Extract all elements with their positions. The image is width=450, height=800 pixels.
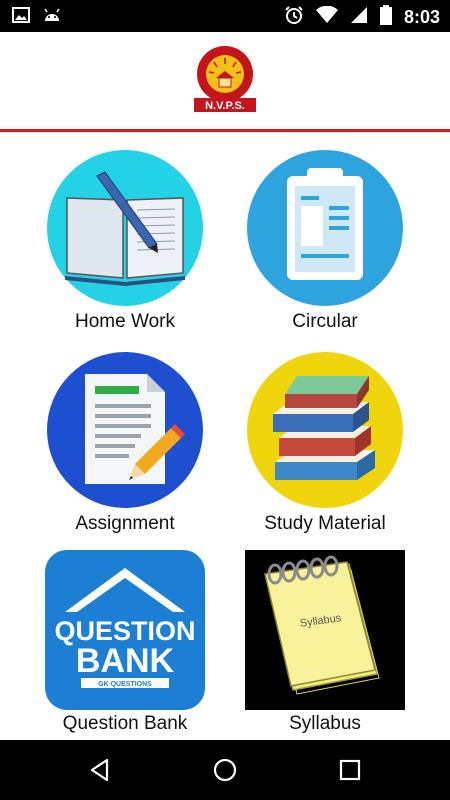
recents-icon [339, 759, 361, 781]
assignment-pencil-icon [45, 350, 205, 510]
menu-item-study-material[interactable]: Study Material [235, 350, 415, 540]
menu-label: Home Work [75, 311, 175, 332]
back-icon [90, 758, 109, 782]
menu-label: Syllabus [289, 713, 361, 734]
alarm-icon [284, 5, 304, 30]
signal-icon [350, 6, 368, 29]
menu-item-question-bank[interactable]: QUESTION BANK GK QUESTIONS Question Bank [35, 550, 215, 740]
menu-label: Circular [292, 311, 358, 332]
menu-item-home-work[interactable]: Home Work [35, 148, 215, 338]
app-header: N.V.P.S. [0, 32, 450, 130]
menu-item-assignment[interactable]: Assignment [35, 350, 215, 540]
header-divider [0, 129, 450, 132]
menu-label: Assignment [75, 513, 175, 534]
clipboard-icon [245, 148, 405, 308]
back-button[interactable] [82, 752, 118, 788]
status-bar: 8:03 [0, 0, 450, 32]
home-icon [213, 758, 237, 782]
menu-item-syllabus[interactable]: Syllabus Syllabus [235, 550, 415, 740]
home-button[interactable] [207, 752, 243, 788]
question-bank-subtitle: BANK [76, 642, 175, 680]
question-bank-icon: QUESTION BANK GK QUESTIONS [45, 550, 205, 710]
logo-text: N.V.P.S. [205, 100, 245, 112]
recents-button[interactable] [332, 752, 368, 788]
battery-icon [379, 5, 392, 30]
syllabus-notepad-icon: Syllabus [243, 550, 407, 710]
homework-book-icon [45, 148, 205, 308]
navigation-bar [0, 740, 450, 800]
menu-label: Question Bank [62, 713, 188, 734]
books-stack-icon [245, 350, 405, 510]
clock-time: 8:03 [403, 7, 440, 27]
school-logo: N.V.P.S. [190, 44, 260, 114]
menu-item-circular[interactable]: Circular [235, 148, 415, 338]
question-bank-tagline: GK QUESTIONS [98, 681, 152, 688]
android-icon [42, 7, 62, 28]
menu-label: Study Material [264, 513, 386, 534]
image-icon [12, 7, 30, 28]
wifi-icon [315, 5, 338, 29]
